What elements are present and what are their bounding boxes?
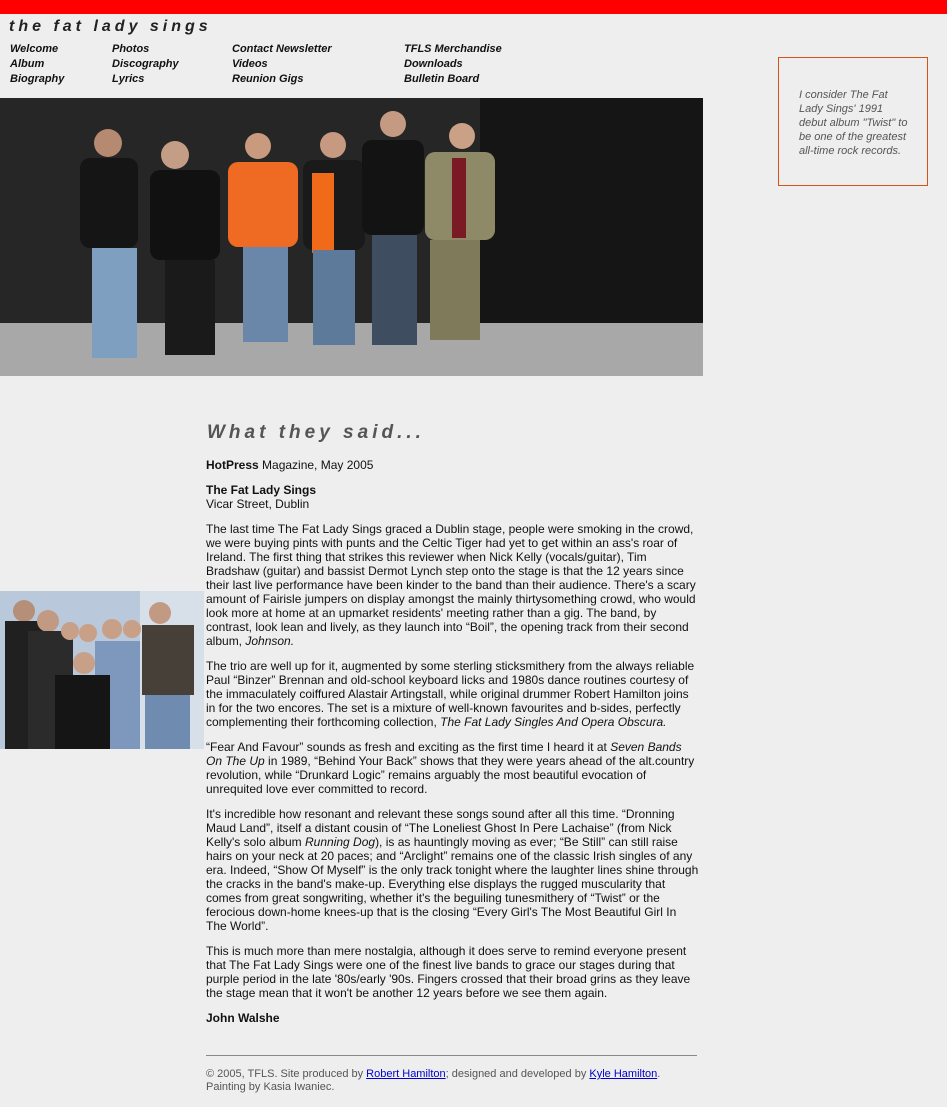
side-photo-illustration xyxy=(0,591,204,749)
review-author: John Walshe xyxy=(206,1011,700,1025)
nav-column-3: Contact Newsletter Videos Reunion Gigs xyxy=(232,42,332,87)
nav-column-4: TFLS Merchandise Downloads Bulletin Boar… xyxy=(404,42,502,87)
band-side-photo xyxy=(0,591,204,749)
album-title: Running Dog xyxy=(305,835,376,849)
robert-hamilton-link[interactable]: Robert Hamilton xyxy=(366,1068,445,1080)
site-title: the fat lady sings xyxy=(9,18,212,35)
nav-contact-newsletter[interactable]: Contact Newsletter xyxy=(232,42,332,57)
author-name: John Walshe xyxy=(206,1011,280,1025)
paragraph-text: ), is as hauntingly moving as ever; “Be … xyxy=(206,835,699,933)
footer-divider xyxy=(206,1055,697,1056)
nav-biography[interactable]: Biography xyxy=(10,72,64,87)
band-photo xyxy=(0,98,703,376)
kyle-hamilton-link[interactable]: Kyle Hamilton xyxy=(589,1068,657,1080)
review-article: HotPress Magazine, May 2005 The Fat Lady… xyxy=(206,458,700,1036)
nav-photos[interactable]: Photos xyxy=(112,42,179,57)
quote-text: I consider The Fat Lady Sings' 1991 debu… xyxy=(799,89,908,157)
page-heading: What they said... xyxy=(207,422,425,443)
nav-column-1: Welcome Album Biography xyxy=(10,42,64,87)
collection-title: The Fat Lady Singles And Opera Obscura. xyxy=(440,715,667,729)
paragraph-text: in 1989, “Behind Your Back” shows that t… xyxy=(206,754,695,796)
review-paragraph-4: It's incredible how resonant and relevan… xyxy=(206,807,700,933)
nav-lyrics[interactable]: Lyrics xyxy=(112,72,179,87)
source-name: HotPress xyxy=(206,458,259,472)
event-title: The Fat Lady Sings xyxy=(206,483,317,497)
footer-text: . xyxy=(657,1068,661,1080)
review-paragraph-3: “Fear And Favour” sounds as fresh and ex… xyxy=(206,740,700,796)
band-photo-illustration xyxy=(0,98,703,376)
album-title: Johnson. xyxy=(245,634,295,648)
nav-downloads[interactable]: Downloads xyxy=(404,57,502,72)
nav-bulletin-board[interactable]: Bulletin Board xyxy=(404,72,502,87)
review-paragraph-1: The last time The Fat Lady Sings graced … xyxy=(206,522,700,648)
nav-reunion-gigs[interactable]: Reunion Gigs xyxy=(232,72,332,87)
event-venue: Vicar Street, Dublin xyxy=(206,497,310,511)
footer-text: © 2005, TFLS. Site produced by xyxy=(206,1068,367,1080)
review-event: The Fat Lady Sings Vicar Street, Dublin xyxy=(206,483,700,511)
painting-credit: Painting by Kasia Iwaniec. xyxy=(206,1081,335,1093)
nav-welcome[interactable]: Welcome xyxy=(10,42,64,57)
nav-tfls-merchandise[interactable]: TFLS Merchandise xyxy=(404,42,502,57)
top-red-bar xyxy=(0,0,947,14)
source-date: Magazine, May 2005 xyxy=(258,458,374,472)
nav-videos[interactable]: Videos xyxy=(232,57,332,72)
review-source: HotPress Magazine, May 2005 xyxy=(206,458,700,472)
nav-column-2: Photos Discography Lyrics xyxy=(112,42,179,87)
quote-box: I consider The Fat Lady Sings' 1991 debu… xyxy=(778,57,928,186)
paragraph-text: The last time The Fat Lady Sings graced … xyxy=(206,522,696,648)
footer-text: ; designed and developed by xyxy=(445,1068,590,1080)
nav-discography[interactable]: Discography xyxy=(112,57,179,72)
paragraph-text: “Fear And Favour” sounds as fresh and ex… xyxy=(206,740,611,754)
review-paragraph-5: This is much more than mere nostalgia, a… xyxy=(206,944,691,1000)
review-paragraph-2: The trio are well up for it, augmented b… xyxy=(206,659,700,729)
footer: © 2005, TFLS. Site produced by Robert Ha… xyxy=(206,1068,700,1094)
nav-album[interactable]: Album xyxy=(10,57,64,72)
